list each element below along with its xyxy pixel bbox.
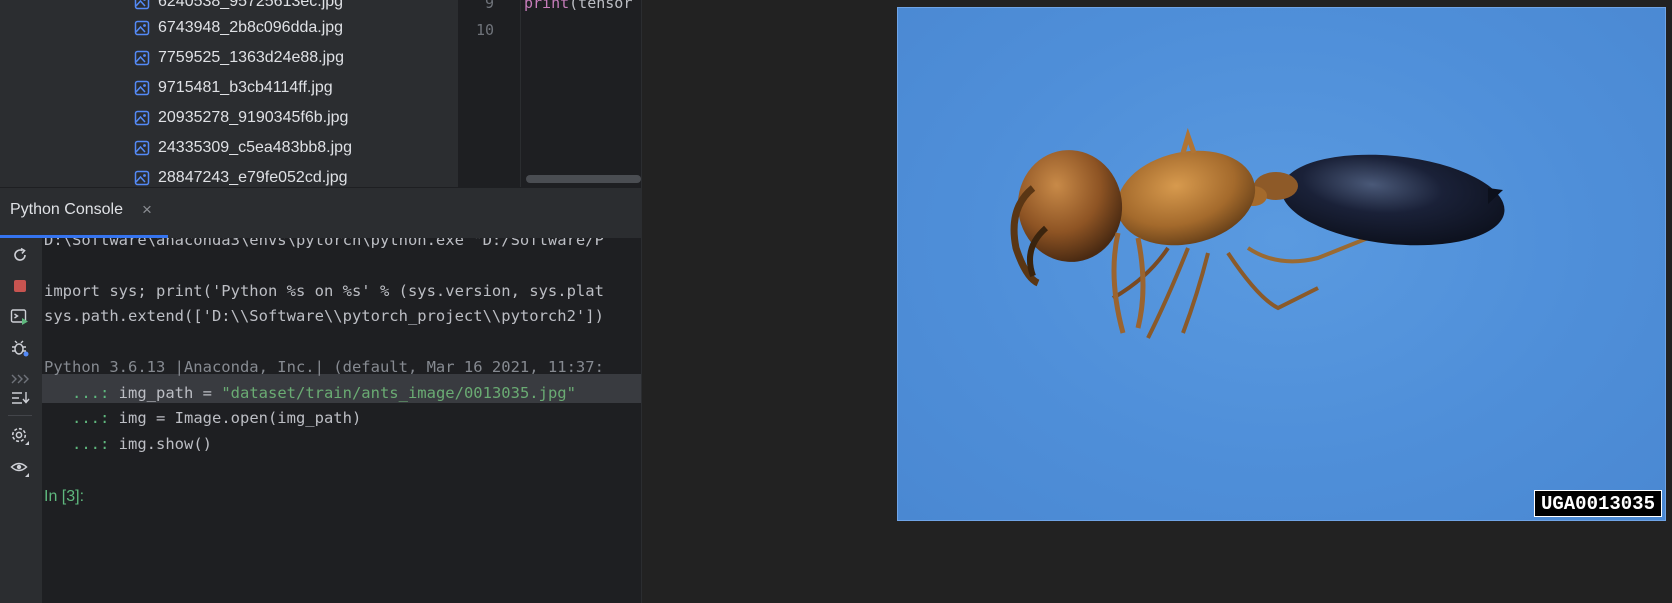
console-input-line: ...: img = Image.open(img_path) xyxy=(72,409,361,427)
continuation-marker: ...: xyxy=(72,435,110,453)
input-prompt: In [3]: xyxy=(44,488,85,505)
image-file-icon xyxy=(134,170,150,186)
close-icon[interactable]: × xyxy=(142,200,152,220)
rerun-icon[interactable] xyxy=(9,244,31,266)
line-number: 10 xyxy=(475,21,494,39)
continuation-marker: ...: xyxy=(72,384,110,402)
console-tab-bar: Python Console × xyxy=(0,187,641,238)
console-input-line: ...: img.show() xyxy=(72,435,212,453)
file-name: 24335309_c5ea483bb8.jpg xyxy=(158,139,352,156)
console-toolbar xyxy=(0,238,42,603)
stop-icon[interactable] xyxy=(9,275,31,297)
console-prompt-line[interactable]: In [3]: xyxy=(44,487,84,506)
file-name: 28847243_e79fe052cd.jpg xyxy=(158,169,348,186)
file-item[interactable]: 24335309_c5ea483bb8.jpg xyxy=(134,133,352,163)
view-icon[interactable] xyxy=(9,457,31,479)
editor-gutter: 9 10 xyxy=(458,0,520,187)
scroll-to-end-icon[interactable] xyxy=(9,387,31,409)
debug-icon[interactable] xyxy=(9,337,31,359)
horizontal-scrollbar[interactable] xyxy=(526,175,641,183)
file-name: 6743948_2b8c096dda.jpg xyxy=(158,19,344,36)
file-item[interactable]: 20935278_9190345f6b.jpg xyxy=(134,103,348,133)
continuation-marker: ...: xyxy=(72,409,110,427)
console-line: D:\Software\anaconda3\envs\pytorch\pytho… xyxy=(44,238,604,249)
image-file-icon xyxy=(134,110,150,126)
code-text: img = Image.open(img_path) xyxy=(118,409,362,427)
file-name: 7759525_1363d24e88.jpg xyxy=(158,49,344,66)
image-file-icon xyxy=(134,140,150,156)
code-text: img_path = xyxy=(118,384,222,402)
gutter-divider xyxy=(520,0,521,187)
code-editor[interactable]: 9 10 print(tensor xyxy=(458,0,641,187)
image-file-icon xyxy=(134,50,150,66)
file-name: 6240538_95725613ec.jpg xyxy=(158,0,344,10)
code-text: (tensor xyxy=(569,0,633,12)
file-item[interactable]: 28847243_e79fe052cd.jpg xyxy=(134,163,348,187)
file-name: 20935278_9190345f6b.jpg xyxy=(158,109,349,126)
ant-photo: UGA0013035 xyxy=(897,7,1666,521)
console-output[interactable]: D:\Software\anaconda3\envs\pytorch\pytho… xyxy=(42,238,641,603)
console-line: sys.path.extend(['D:\\Software\\pytorch_… xyxy=(44,307,604,325)
image-file-icon xyxy=(134,0,150,10)
line-number: 9 xyxy=(484,0,494,12)
python-banner: Python 3.6.13 |Anaconda, Inc.| (default,… xyxy=(44,358,604,376)
image-file-icon xyxy=(134,80,150,96)
ide-window: 6240538_95725613ec.jpg 6743948_2b8c096dd… xyxy=(0,0,641,603)
image-file-icon xyxy=(134,20,150,36)
file-item[interactable]: 9715481_b3cb4114ff.jpg xyxy=(134,73,333,103)
file-item[interactable]: 6743948_2b8c096dda.jpg xyxy=(134,13,343,43)
file-name: 9715481_b3cb4114ff.jpg xyxy=(158,79,333,96)
code-line[interactable]: print(tensor xyxy=(524,0,632,12)
execute-icon[interactable] xyxy=(9,306,31,328)
code-text: img.show() xyxy=(118,435,212,453)
console-line: import sys; print('Python %s on %s' % (s… xyxy=(44,282,604,300)
settings-icon[interactable] xyxy=(9,425,31,447)
string-literal: "dataset/train/ants_image/0013035.jpg" xyxy=(221,384,576,402)
toolbar-divider xyxy=(8,415,32,416)
code-keyword: print xyxy=(524,0,570,12)
ant-illustration xyxy=(1010,127,1505,339)
console-input-line: ...: img_path = "dataset/train/ants_imag… xyxy=(72,384,576,402)
tab-python-console[interactable]: Python Console xyxy=(10,201,123,219)
image-label: UGA0013035 xyxy=(1533,490,1662,517)
file-item[interactable]: 7759525_1363d24e88.jpg xyxy=(134,43,344,73)
project-tree: 6240538_95725613ec.jpg 6743948_2b8c096dd… xyxy=(0,0,458,187)
image-viewer: UGA0013035 xyxy=(642,0,1672,603)
